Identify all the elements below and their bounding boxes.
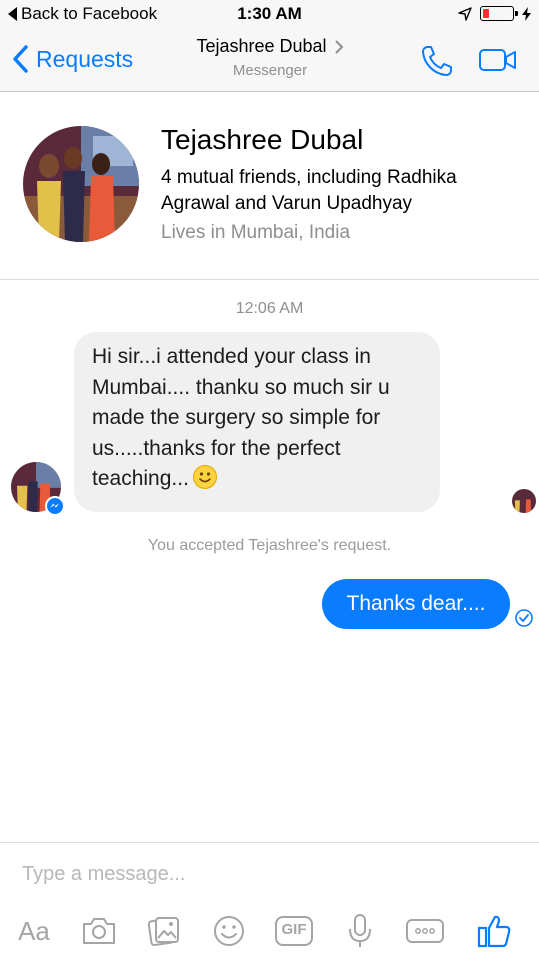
phone-call-icon[interactable] bbox=[420, 44, 454, 78]
contact-name: Tejashree Dubal bbox=[196, 36, 327, 56]
video-call-icon[interactable] bbox=[478, 47, 518, 73]
contact-title[interactable]: Tejashree Dubal Messenger bbox=[150, 36, 390, 79]
like-icon[interactable] bbox=[474, 911, 514, 951]
gif-icon[interactable]: GIF bbox=[274, 911, 314, 951]
request-accepted-notice: You accepted Tejashree's request. bbox=[147, 537, 392, 554]
messenger-badge-icon bbox=[45, 496, 65, 516]
mutual-friends-text: 4 mutual friends, including Radhika Agra… bbox=[161, 167, 457, 214]
message-timestamp: 12:06 AM bbox=[235, 300, 304, 317]
battery-icon bbox=[480, 6, 518, 21]
requests-label: Requests bbox=[36, 45, 134, 72]
location-text: Lives in Mumbai, India bbox=[161, 222, 351, 243]
contact-profile-card: Tejashree Dubal 4 mutual friends, includ… bbox=[0, 92, 539, 280]
outgoing-message-bubble[interactable]: Thanks dear.... bbox=[322, 579, 510, 629]
photos-icon[interactable] bbox=[146, 911, 182, 951]
more-icon[interactable] bbox=[404, 911, 446, 951]
conversation-header: Requests Tejashree Dubal Messenger bbox=[0, 28, 539, 92]
composer-toolbar: Aa GIF bbox=[0, 907, 539, 953]
text-format-icon[interactable]: Aa bbox=[14, 911, 54, 951]
status-bar: Back to Facebook 1:30 AM bbox=[0, 0, 539, 28]
message-input[interactable] bbox=[22, 863, 502, 886]
charging-bolt-icon bbox=[522, 6, 531, 21]
chevron-right-icon bbox=[335, 40, 343, 53]
gif-label: GIF bbox=[281, 921, 307, 938]
microphone-icon[interactable] bbox=[346, 911, 374, 951]
camera-icon[interactable] bbox=[80, 911, 118, 951]
contact-subtitle: Messenger bbox=[232, 62, 308, 79]
location-arrow-icon bbox=[458, 6, 472, 21]
incoming-message-text: Hi sir...i attended your class in Mumbai… bbox=[92, 345, 390, 490]
text-format-label: Aa bbox=[18, 915, 50, 946]
incoming-message-bubble[interactable]: Hi sir...i attended your class in Mumbai… bbox=[74, 332, 440, 512]
smiley-emoji-icon bbox=[192, 465, 217, 489]
profile-name: Tejashree Dubal bbox=[161, 124, 364, 155]
contact-avatar[interactable] bbox=[23, 126, 139, 242]
status-indicators bbox=[458, 6, 531, 21]
sent-check-icon bbox=[515, 609, 533, 627]
message-composer: Aa GIF bbox=[0, 842, 539, 960]
requests-back-button[interactable]: Requests bbox=[12, 45, 133, 73]
outgoing-message-text: Thanks dear.... bbox=[346, 592, 486, 615]
seen-indicator-avatar bbox=[512, 489, 536, 513]
emoji-icon[interactable] bbox=[211, 911, 247, 951]
chevron-left-icon bbox=[13, 45, 28, 73]
